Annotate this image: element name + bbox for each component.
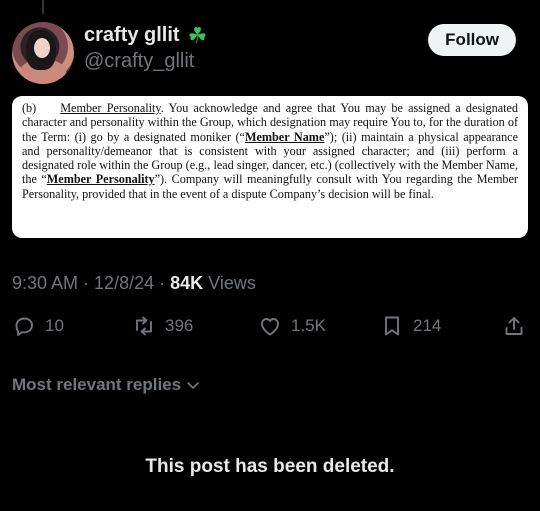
avatar[interactable] <box>12 22 74 84</box>
share-button[interactable] <box>502 314 526 338</box>
author-display-name[interactable]: crafty gllit <box>84 24 180 47</box>
reply-count: 10 <box>45 316 64 335</box>
heart-icon <box>261 318 279 336</box>
post-actions: 10 396 1.5K 214 <box>12 314 528 346</box>
bookmark-count: 214 <box>413 316 442 335</box>
reply-sort-label: Most relevant replies <box>12 375 182 394</box>
author-handle[interactable]: @crafty_gllit <box>84 50 207 73</box>
section-marker: (b) <box>22 101 37 115</box>
views-label: Views <box>208 273 256 293</box>
reply-sort-dropdown[interactable]: Most relevant replies <box>12 375 201 395</box>
repost-button[interactable]: 396 <box>132 314 193 338</box>
bookmark-icon <box>385 316 399 336</box>
follow-button[interactable]: Follow <box>428 24 516 56</box>
post-time[interactable]: 9:30 AM <box>12 273 78 293</box>
post-meta: 9:30 AM · 12/8/24 · 84K Views <box>12 273 256 293</box>
reply-button[interactable]: 10 <box>12 314 64 338</box>
like-count: 1.5K <box>291 316 326 335</box>
defined-term-member-name: Member Name <box>244 129 325 144</box>
thread-connector-line <box>42 0 44 14</box>
four-leaf-clover-icon: ☘ <box>187 22 208 48</box>
share-icon <box>505 317 523 335</box>
document-text: (b) Member Personality. You acknowledge a… <box>22 101 518 201</box>
repost-icon <box>136 316 152 336</box>
views-count: 84K <box>170 273 204 293</box>
post-date[interactable]: 12/8/24 <box>94 273 154 293</box>
bookmark-button[interactable]: 214 <box>380 314 441 338</box>
document-image[interactable]: (b) Member Personality. You acknowledge a… <box>12 96 528 238</box>
author-names: crafty gllit ☘ @crafty_gllit <box>84 24 207 73</box>
reply-icon <box>15 317 33 336</box>
repost-count: 396 <box>165 316 194 335</box>
section-heading: Member Personality <box>60 101 161 115</box>
defined-term-member-personality: Member Personality <box>46 172 155 187</box>
post-header: crafty gllit ☘ @crafty_gllit Follow <box>12 20 528 84</box>
like-button[interactable]: 1.5K <box>258 314 326 338</box>
deleted-post-notice: This post has been deleted. <box>145 456 395 477</box>
chevron-down-icon <box>187 382 199 389</box>
